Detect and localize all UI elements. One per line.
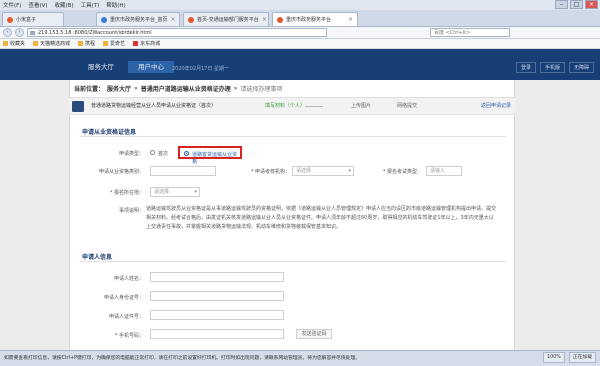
applicant-name-input[interactable]	[150, 272, 284, 282]
back-arrow-icon[interactable]: ‹	[3, 28, 12, 37]
address-bar-row: ‹ › 219.153.5.18 :8080/ZWaccount/sbrdekl…	[0, 27, 600, 39]
breadcrumb-sep: »	[134, 85, 138, 92]
exam-type-input[interactable]: 请输入	[426, 166, 462, 176]
section-title-cert: 申请从业资格证信息	[82, 129, 137, 136]
menu-tools[interactable]: 工具(T)	[81, 1, 100, 9]
minimize-icon[interactable]: –	[555, 0, 568, 9]
radio-first-label: 首次	[158, 151, 169, 157]
tab-favicon-icon	[101, 16, 107, 23]
load-status: 正在加载	[568, 352, 596, 363]
folder-icon	[133, 41, 139, 46]
exam-org-select[interactable]: 请选择	[292, 166, 354, 176]
radio-first[interactable]	[150, 150, 155, 155]
label-exam-type: * 报名考试类型：	[382, 169, 422, 175]
label-applicant-id: 申请人身份证号：	[103, 295, 144, 301]
header-date: 2020年02月17日 星期一	[172, 66, 230, 72]
breadcrumb-current[interactable]: 普通用户道路运输从业资格证办理	[141, 84, 231, 93]
label-description: 事项说明：	[118, 208, 144, 214]
label-cert-type: 申请从业资格类别：	[98, 169, 144, 175]
breadcrumb: 当前位置： 服务大厅 » 普通用户道路运输从业资格证办理 » 请选择办理事项	[74, 84, 282, 93]
tab-label: 首页-交通运输部门服务平台	[197, 17, 259, 23]
step-fill-material: 填写材料（个人）	[265, 103, 306, 109]
section-title-applicant: 申请人信息	[82, 254, 113, 261]
label-applicant-idtype: 申请人证件号：	[108, 314, 144, 320]
tab-label: 重庆市政务服务平台	[286, 17, 332, 23]
browser-tab-1[interactable]: 重庆市政务服务平台_首页 ×	[96, 12, 180, 26]
star-icon	[3, 41, 8, 46]
header-links: 登录 手机版 无障碍	[515, 62, 594, 73]
bookmark-item[interactable]: 收藏夹	[3, 40, 25, 47]
maximize-icon[interactable]: □	[570, 0, 583, 9]
label-exam-org: * 申请考核机构：	[250, 169, 290, 175]
tab-favicon-icon	[188, 16, 194, 23]
divider	[80, 136, 506, 137]
label-applicant-name: 申请人姓名：	[113, 276, 144, 282]
step-bar: 普通道路货物运输经营从业人员申请从业资格证（首次） 填写材料（个人） 上传图片 …	[69, 97, 515, 115]
radio-road-cargo[interactable]	[184, 151, 189, 156]
url-input[interactable]: 219.153.5.18 :8080/ZWaccount/sbrdeklr.ht…	[27, 28, 327, 37]
browser-tabbar: 小米盒子 重庆市政务服务平台_首页 × 首页-交通运输部门服务平台 × 重庆市政…	[0, 10, 600, 27]
bookmark-item[interactable]: 携程	[78, 40, 95, 47]
label-phone: * 手机号码：	[114, 333, 144, 339]
tab-favicon-icon	[277, 16, 283, 23]
label-apply-type: 申请类型：	[118, 151, 144, 157]
window-controls: – □ ×	[555, 0, 598, 9]
login-link[interactable]: 登录	[515, 62, 536, 73]
status-bar-right: 100% 正在加载	[543, 352, 596, 363]
zoom-level[interactable]: 100%	[543, 352, 565, 363]
bookmark-item[interactable]: 京东商城	[133, 40, 160, 47]
menu-file[interactable]: 文件(F)	[3, 1, 21, 9]
close-tab-icon[interactable]: ×	[348, 16, 353, 23]
mobile-link[interactable]: 手机版	[539, 62, 565, 73]
phone-input[interactable]	[150, 329, 284, 339]
step-upload: 上传图片	[351, 103, 372, 109]
divider	[80, 261, 506, 262]
status-bar: 如需要查看打印信息，请按Ctrl+P键打印，为确保您的电脑能正常打印，请在打印之…	[0, 350, 600, 366]
tab-label: 小米盒子	[16, 17, 37, 23]
step-submit: 网络提交	[397, 103, 418, 109]
step-arrow	[313, 106, 323, 107]
bookmark-item[interactable]: 爱奇艺	[103, 40, 125, 47]
tab-favicon-icon	[7, 16, 13, 23]
browser-tab-2[interactable]: 首页-交通运输部门服务平台 ×	[183, 12, 269, 26]
item-description: 道路运输驾驶员从业资格证是从事道路运输驾驶员的资格证明，依据《道路运输从业人员管…	[146, 206, 497, 230]
folder-icon	[103, 41, 109, 46]
tab-label: 重庆市政务服务平台_首页	[110, 17, 168, 23]
browser-tab-0[interactable]: 小米盒子	[2, 12, 64, 26]
browser-tab-3[interactable]: 重庆市政务服务平台 ×	[272, 12, 358, 26]
browser-menubar: 文件(F) 查看(V) 收藏(B) 工具(T) 帮助(H) – □ ×	[0, 0, 600, 10]
bookmark-item[interactable]: 天猫精选商城	[33, 40, 70, 47]
menu-view[interactable]: 查看(V)	[28, 1, 47, 9]
breadcrumb-sep: »	[233, 85, 238, 92]
site-header: 服务大厅 用户中心 2020年02月17日 星期一 登录 手机版 无障碍	[0, 49, 600, 80]
send-sms-code-button[interactable]: 发送验证码	[296, 329, 332, 339]
back-to-records-link[interactable]: 返回申请记录	[481, 101, 511, 112]
bus-icon	[72, 101, 84, 112]
menu-help[interactable]: 帮助(H)	[106, 1, 125, 9]
breadcrumb-prefix: 当前位置：	[74, 86, 105, 93]
close-icon[interactable]: ×	[585, 0, 598, 9]
menu-favorites[interactable]: 收藏(B)	[55, 1, 74, 9]
folder-icon	[33, 41, 39, 46]
highlight-box: 道路客货运输从业资格	[178, 146, 242, 165]
folder-icon	[78, 41, 84, 46]
applicant-idtype-input[interactable]	[150, 310, 284, 320]
location-select[interactable]: 请选择	[150, 187, 200, 197]
close-tab-icon[interactable]: ×	[171, 16, 176, 23]
browser-search-input[interactable]: 百度 <Ctrl+K>	[430, 28, 510, 37]
applicant-id-input[interactable]	[150, 291, 284, 301]
nav-user-center[interactable]: 用户中心	[128, 61, 174, 73]
breadcrumb-tail: 请选择办理事项	[240, 86, 283, 93]
breadcrumb-home[interactable]: 服务大厅	[107, 84, 131, 93]
nav-service-hall[interactable]: 服务大厅	[78, 61, 124, 73]
label-location: * 报名所在地：	[109, 190, 144, 196]
accessibility-link[interactable]: 无障碍	[568, 62, 594, 73]
cert-type-input[interactable]	[150, 166, 216, 176]
forward-arrow-icon[interactable]: ›	[15, 28, 24, 37]
radio-road-cargo-label: 道路客货运输从业资格	[192, 152, 238, 165]
bookmarks-bar: 收藏夹 天猫精选商城 携程 爱奇艺 京东商城	[0, 39, 600, 49]
close-tab-icon[interactable]: ×	[262, 16, 267, 23]
